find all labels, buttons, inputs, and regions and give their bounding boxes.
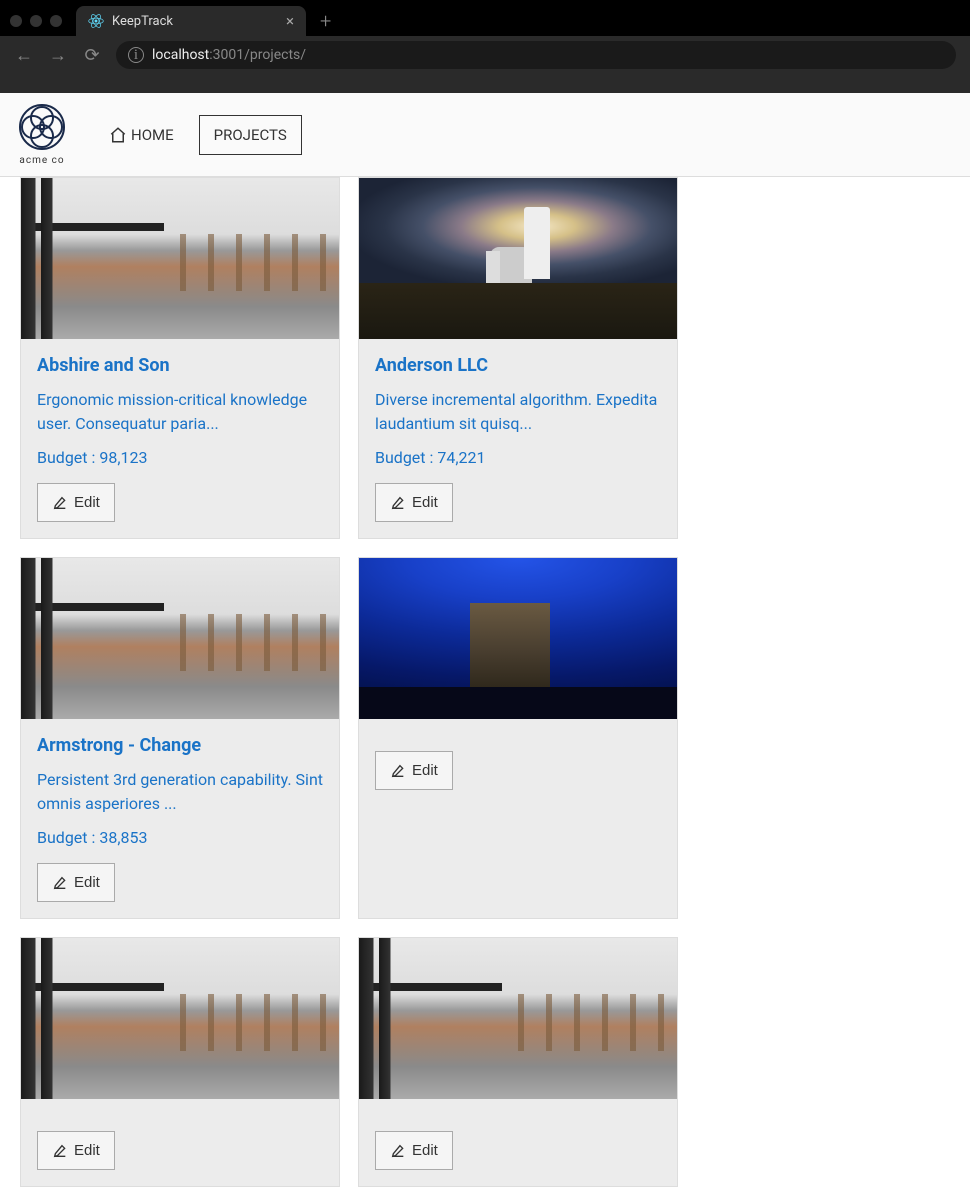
project-card-body: Anderson LLC Diverse incremental algorit…: [359, 339, 677, 538]
edit-button-label: Edit: [74, 874, 100, 891]
tab-bar: KeepTrack × +: [0, 0, 970, 36]
project-card-body: Armstrong - Change Persistent 3rd genera…: [21, 719, 339, 918]
maximize-window-icon[interactable]: [50, 15, 62, 27]
project-image: [359, 558, 677, 719]
edit-button[interactable]: Edit: [375, 483, 453, 522]
home-icon: [109, 126, 127, 144]
project-card-body: Edit: [359, 719, 677, 806]
project-description: Persistent 3rd generation capability. Si…: [37, 768, 323, 816]
edit-icon: [390, 1143, 406, 1159]
project-card: Armstrong - Change Persistent 3rd genera…: [20, 557, 340, 919]
close-window-icon[interactable]: [10, 15, 22, 27]
tab-title: KeepTrack: [112, 14, 278, 29]
browser-chrome: KeepTrack × + ← → ⟳ i localhost:3001/pro…: [0, 0, 970, 93]
project-card: Edit: [358, 937, 678, 1187]
edit-button[interactable]: Edit: [37, 483, 115, 522]
project-description: Diverse incremental algorithm. Expedita …: [375, 388, 661, 436]
bookmarks-bar: [0, 74, 970, 93]
project-budget: Budget : 74,221: [375, 448, 661, 467]
edit-button-label: Edit: [74, 494, 100, 511]
edit-button-label: Edit: [412, 762, 438, 779]
projects-grid: Abshire and Son Ergonomic mission-critic…: [20, 177, 970, 1187]
project-budget: Budget : 38,853: [37, 828, 323, 847]
react-favicon-icon: [88, 13, 104, 29]
edit-icon: [390, 495, 406, 511]
project-card-body: Edit: [21, 1099, 339, 1186]
project-title[interactable]: Armstrong - Change: [37, 735, 323, 756]
edit-button-label: Edit: [412, 494, 438, 511]
edit-button[interactable]: Edit: [37, 1131, 115, 1170]
project-image: [21, 178, 339, 339]
nav-projects[interactable]: PROJECTS: [199, 115, 302, 155]
main-nav: HOME PROJECTS: [94, 115, 302, 155]
edit-icon: [52, 1143, 68, 1159]
url-input[interactable]: i localhost:3001/projects/: [116, 41, 956, 69]
browser-tab[interactable]: KeepTrack ×: [76, 6, 306, 36]
nav-projects-label: PROJECTS: [214, 126, 287, 144]
edit-button[interactable]: Edit: [375, 1131, 453, 1170]
project-budget: Budget : 98,123: [37, 448, 323, 467]
edit-button[interactable]: Edit: [37, 863, 115, 902]
address-bar: ← → ⟳ i localhost:3001/projects/: [0, 36, 970, 74]
project-description: Ergonomic mission-critical knowledge use…: [37, 388, 323, 436]
project-card: Abshire and Son Ergonomic mission-critic…: [20, 177, 340, 539]
nav-home-label: HOME: [131, 126, 174, 144]
project-image: [21, 558, 339, 719]
reload-icon[interactable]: ⟳: [82, 45, 102, 66]
brand-logo[interactable]: acme co: [18, 103, 66, 166]
new-tab-button[interactable]: +: [320, 9, 331, 33]
edit-icon: [52, 875, 68, 891]
minimize-window-icon[interactable]: [30, 15, 42, 27]
edit-button-label: Edit: [412, 1142, 438, 1159]
tab-close-icon[interactable]: ×: [286, 14, 294, 29]
back-icon[interactable]: ←: [14, 45, 34, 66]
brand-name: acme co: [19, 155, 64, 166]
project-image: [359, 178, 677, 339]
project-card-body: Edit: [359, 1099, 677, 1186]
nav-home[interactable]: HOME: [94, 115, 189, 155]
edit-button[interactable]: Edit: [375, 751, 453, 790]
url-host: localhost: [152, 47, 209, 63]
edit-icon: [390, 763, 406, 779]
project-image: [359, 938, 677, 1099]
url-path: :3001/projects/: [209, 47, 306, 63]
projects-grid-wrap: Abshire and Son Ergonomic mission-critic…: [0, 177, 970, 1187]
project-title[interactable]: Anderson LLC: [375, 355, 661, 376]
project-card: Edit: [20, 937, 340, 1187]
url-text: localhost:3001/projects/: [152, 47, 306, 63]
edit-icon: [52, 495, 68, 511]
project-card: Edit: [358, 557, 678, 919]
window-controls: [10, 15, 76, 27]
site-info-icon[interactable]: i: [128, 47, 144, 63]
project-card-body: Abshire and Son Ergonomic mission-critic…: [21, 339, 339, 538]
project-title[interactable]: Abshire and Son: [37, 355, 323, 376]
project-card: Anderson LLC Diverse incremental algorit…: [358, 177, 678, 539]
edit-button-label: Edit: [74, 1142, 100, 1159]
logo-icon: [18, 103, 66, 151]
app-header: acme co HOME PROJECTS: [0, 93, 970, 177]
forward-icon[interactable]: →: [48, 45, 68, 66]
project-image: [21, 938, 339, 1099]
